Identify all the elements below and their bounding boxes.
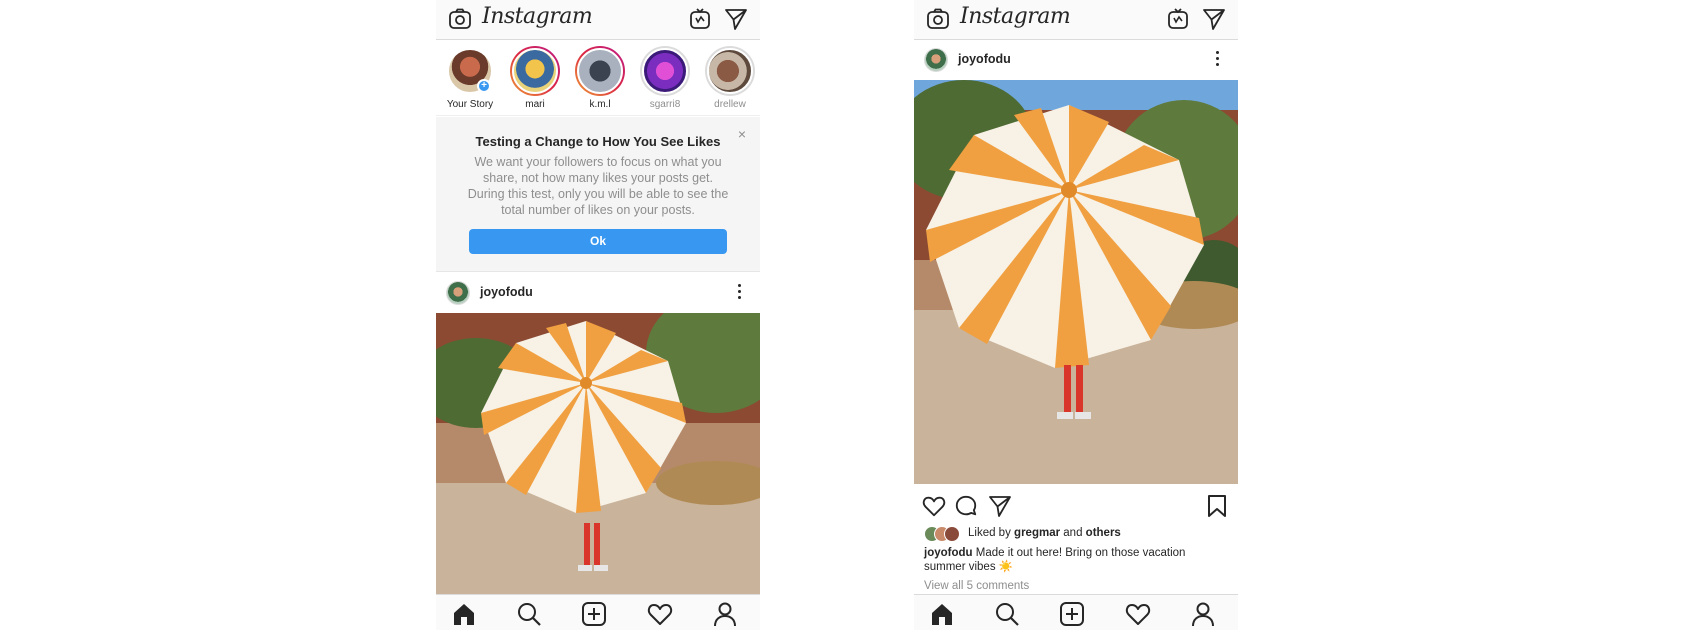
profile-icon[interactable] <box>712 601 738 627</box>
liked-by-prefix: Liked by <box>968 527 1011 539</box>
story-your-story[interactable]: + Your Story <box>442 46 498 110</box>
post-header: joyofodu <box>436 273 760 313</box>
story-drellew[interactable]: drellew <box>702 46 758 110</box>
likes-test-notice: × Testing a Change to How You See Likes … <box>436 117 760 272</box>
bottom-nav <box>914 594 1238 630</box>
direct-message-icon[interactable] <box>1202 7 1226 31</box>
home-icon[interactable] <box>929 601 955 627</box>
ok-button[interactable]: Ok <box>469 229 727 254</box>
camera-icon[interactable] <box>448 7 472 31</box>
story-kml[interactable]: k.m.l <box>572 46 628 110</box>
avatar <box>944 526 960 542</box>
notice-title: Testing a Change to How You See Likes <box>475 134 721 149</box>
story-name: k.m.l <box>589 99 611 110</box>
heart-icon[interactable] <box>922 494 946 518</box>
story-name: drellew <box>714 99 746 110</box>
new-post-icon[interactable] <box>581 601 607 627</box>
liked-by-row: Liked by gregmar and others <box>924 526 1228 542</box>
notice-body: We want your followers to focus on what … <box>467 155 729 217</box>
igtv-icon[interactable] <box>688 7 712 31</box>
liked-by-text: Liked by gregmar and others <box>968 527 1121 539</box>
bottom-nav <box>436 594 760 630</box>
home-icon[interactable] <box>451 601 477 627</box>
share-icon[interactable] <box>988 494 1012 518</box>
story-mari[interactable]: mari <box>507 46 563 110</box>
left-screen: Instagram + Your Story mari k.m.l sgarri… <box>436 0 760 630</box>
top-bar: Instagram <box>436 0 760 40</box>
post-username[interactable]: joyofodu <box>480 285 533 299</box>
story-name: mari <box>525 99 545 110</box>
liker-avatars <box>924 526 964 542</box>
caption-username[interactable]: joyofodu <box>924 547 973 559</box>
instagram-logo: Instagram <box>960 4 1071 29</box>
view-comments-link[interactable]: View all 5 comments <box>924 580 1029 592</box>
story-avatar <box>577 48 623 94</box>
story-avatar <box>512 48 558 94</box>
direct-message-icon[interactable] <box>724 7 748 31</box>
right-screen: Instagram joyofodu Liked by gregmar and … <box>914 0 1238 630</box>
more-options-icon[interactable] <box>738 284 742 302</box>
liked-by-user[interactable]: gregmar <box>1014 527 1060 539</box>
story-name: sgarri8 <box>649 99 681 110</box>
post-actions <box>914 488 1238 522</box>
post-photo <box>914 80 1238 484</box>
igtv-icon[interactable] <box>1166 7 1190 31</box>
activity-heart-icon[interactable] <box>1125 601 1151 627</box>
story-name: Your Story <box>446 99 494 110</box>
post-caption: joyofodu Made it out here! Bring on thos… <box>924 546 1224 574</box>
add-story-badge[interactable]: + <box>477 79 491 93</box>
story-avatar <box>707 48 753 94</box>
post-photo <box>436 313 760 595</box>
bookmark-icon[interactable] <box>1206 494 1228 518</box>
story-avatar <box>642 48 688 94</box>
profile-icon[interactable] <box>1190 601 1216 627</box>
instagram-logo: Instagram <box>482 4 593 29</box>
stories-tray: + Your Story mari k.m.l sgarri8 drellew <box>436 40 760 116</box>
post-username[interactable]: joyofodu <box>958 52 1011 66</box>
new-post-icon[interactable] <box>1059 601 1085 627</box>
search-icon[interactable] <box>516 601 542 627</box>
avatar[interactable] <box>446 281 470 305</box>
liked-by-others[interactable]: others <box>1086 527 1121 539</box>
top-bar: Instagram <box>914 0 1238 40</box>
avatar[interactable] <box>924 48 948 72</box>
comment-icon[interactable] <box>954 494 978 518</box>
camera-icon[interactable] <box>926 7 950 31</box>
more-options-icon[interactable] <box>1216 51 1220 69</box>
activity-heart-icon[interactable] <box>647 601 673 627</box>
liked-by-and: and <box>1063 527 1083 539</box>
post-header: joyofodu <box>914 40 1238 80</box>
search-icon[interactable] <box>994 601 1020 627</box>
story-sgarri8[interactable]: sgarri8 <box>637 46 693 110</box>
